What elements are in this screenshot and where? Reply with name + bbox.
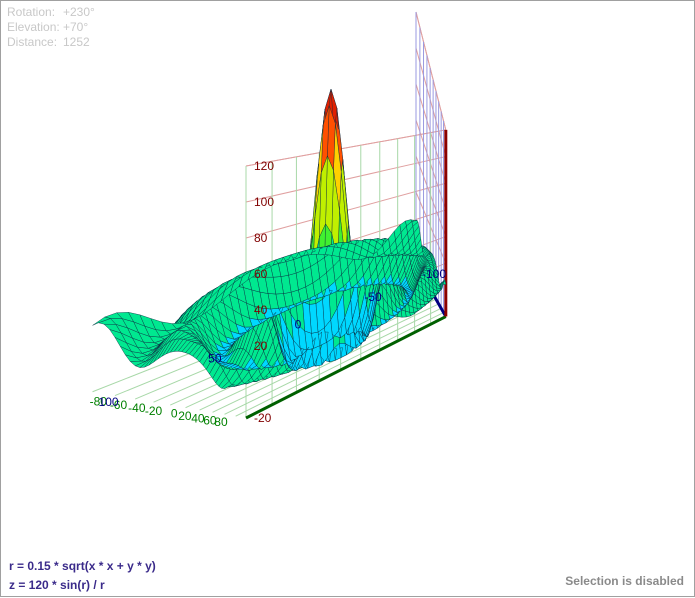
rotation-readout: Rotation: +230° <box>7 5 95 20</box>
z-tick-label: 80 <box>254 231 268 245</box>
y-tick-label: -100 <box>422 267 446 281</box>
surface-plot[interactable]: -2020406080100120-80 -60 -40 -20 0 20 406080-1… <box>1 1 695 598</box>
z-tick-label: 20 <box>254 339 268 353</box>
x-tick-label: 80 <box>214 415 228 429</box>
selection-status: Selection is disabled <box>565 574 684 588</box>
elevation-label: Elevation: <box>7 20 60 34</box>
formula-line-1: r = 0.15 * sqrt(x * x + y * y) <box>9 559 156 573</box>
formula-line-2: z = 120 * sin(r) / r <box>9 578 105 592</box>
view-info: Rotation: +230° Elevation: +70° Distance: 1… <box>7 5 95 50</box>
distance-value: 1252 <box>63 35 90 49</box>
z-tick-label: 60 <box>254 267 268 281</box>
x-tick-label: -40 <box>128 401 146 415</box>
elevation-readout: Elevation: +70° <box>7 20 95 35</box>
distance-label: Distance: <box>7 35 58 49</box>
rotation-label: Rotation: <box>7 5 56 19</box>
chart-frame: -20 20 40 60 80 100 120 -80 -60 -40 -20 0 20 40 60 80 -1… <box>0 0 695 597</box>
y-tick-label: 100 <box>99 395 119 409</box>
y-tick-label: -50 <box>364 290 382 304</box>
y-tick-label: 50 <box>208 351 222 365</box>
z-tick-label: 40 <box>254 303 268 317</box>
x-tick-label: 0 <box>171 407 178 421</box>
z-tick-label: 120 <box>254 159 274 173</box>
y-tick-label: 0 <box>295 317 302 331</box>
x-tick-label: 20 <box>178 409 192 423</box>
z-tick-label: 100 <box>254 195 274 209</box>
distance-readout: Distance: 1252 <box>7 35 95 50</box>
x-tick-label: -20 <box>145 404 163 418</box>
z-tick-label: -20 <box>254 411 272 425</box>
elevation-value: +70° <box>63 20 89 34</box>
rotation-value: +230° <box>63 5 95 19</box>
